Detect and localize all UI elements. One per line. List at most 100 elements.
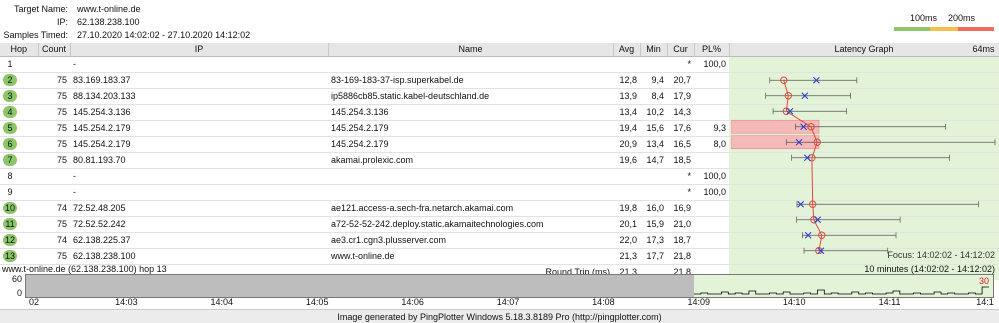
hop-number-badge: 5 — [3, 122, 17, 134]
table-header-row: Hop Count IP Name Avg Min Cur PL% Latenc… — [0, 43, 999, 57]
col-avg[interactable]: Avg — [613, 43, 641, 57]
count-cell: 75 — [38, 136, 70, 153]
col-pl[interactable]: PL% — [694, 43, 730, 57]
hop-number-badge: 1 — [7, 59, 13, 69]
count-cell: 75 — [38, 104, 70, 121]
timeline-title: www.t-online.de (62.138.238.100) hop 13 — [2, 264, 167, 274]
count-cell: 74 — [38, 200, 70, 217]
col-min[interactable]: Min — [640, 43, 668, 57]
latency-color-scale: 100ms 200ms — [894, 13, 994, 31]
col-latency-graph[interactable]: Latency Graph 64ms — [729, 43, 999, 57]
samples-label: Samples Timed: — [3, 30, 68, 40]
timeline-range: 10 minutes (14:02:02 - 14:12:02) — [864, 264, 995, 274]
scale-yellow — [930, 27, 958, 31]
count-cell: 75 — [38, 152, 70, 169]
avg-cell: 19,4 — [613, 120, 640, 137]
timeline-tick-label: 14:04 — [210, 297, 234, 307]
cur-cell: 21,0 — [667, 216, 694, 233]
pl-cell — [694, 216, 729, 233]
samples-value: 27.10.2020 14:02:02 - 27.10.2020 14:12:0… — [77, 30, 251, 40]
count-cell — [38, 168, 70, 185]
avg-cell: 13,9 — [613, 88, 640, 105]
average-latency-line — [783, 80, 823, 251]
pl-cell: 100,0 — [694, 168, 729, 185]
count-cell: 75 — [38, 72, 70, 89]
cur-cell: * — [667, 56, 694, 73]
name-cell: 83-169-183-37-isp.superkabel.de — [328, 72, 613, 89]
timeline-tick-label: 14:09 — [687, 297, 711, 307]
avg-cell: 20,1 — [613, 216, 640, 233]
avg-cell: 13,4 — [613, 104, 640, 121]
ip-cell: 62.138.225.37 — [70, 232, 328, 249]
hop-number-badge: 8 — [7, 171, 13, 181]
avg-cell: 21,3 — [613, 248, 640, 265]
min-cell: 17,7 — [640, 248, 667, 265]
name-cell: akamai.prolexic.com — [328, 152, 613, 169]
col-hop[interactable]: Hop — [0, 43, 39, 57]
target-name-value: www.t-online.de — [77, 4, 141, 14]
ip-cell: 62.138.238.100 — [70, 248, 328, 265]
timeline-graph[interactable]: 30 — [25, 274, 994, 298]
hop-cell: 4 — [0, 104, 38, 121]
pl-cell — [694, 88, 729, 105]
col-cur[interactable]: Cur — [667, 43, 695, 57]
name-cell: 145.254.3.136 — [328, 104, 613, 121]
timeline-svg: 30 — [694, 275, 993, 297]
timeline-tick-label: 14:11 — [878, 297, 901, 307]
timeline-tick-label: 14:03 — [115, 297, 138, 307]
timeline-tick-label: 14:08 — [592, 297, 615, 307]
col-name[interactable]: Name — [328, 43, 614, 57]
min-cell: 8,4 — [640, 88, 667, 105]
hop-cell: 7 — [0, 152, 38, 169]
cur-cell: 17,9 — [667, 88, 694, 105]
count-cell: 75 — [38, 120, 70, 137]
pl-cell: 8,0 — [694, 136, 729, 153]
count-cell: 75 — [38, 88, 70, 105]
ip-cell: - — [70, 56, 328, 73]
min-cell: 16,0 — [640, 200, 667, 217]
pl-cell: 100,0 — [694, 56, 729, 73]
cur-cell: 20,7 — [667, 72, 694, 89]
hop-cell: 6 — [0, 136, 38, 153]
hop-cell: 11 — [0, 216, 38, 233]
hop-cell: 2 — [0, 72, 38, 89]
cur-cell: 16,5 — [667, 136, 694, 153]
min-cell — [640, 168, 667, 185]
ip-cell: 145.254.2.179 — [70, 120, 328, 137]
cur-cell: * — [667, 184, 694, 201]
col-count[interactable]: Count — [38, 43, 71, 57]
min-cell: 17,3 — [640, 232, 667, 249]
hop-cell: 10 — [0, 200, 38, 217]
name-cell: ae121.access-a.sech-fra.netarch.akamai.c… — [328, 200, 613, 217]
timeline-tick-label: 14:1 — [976, 297, 994, 307]
hop-cell: 3 — [0, 88, 38, 105]
scale-bar — [894, 27, 994, 31]
name-cell: a72-52-52-242.deploy.static.akamaitechno… — [328, 216, 613, 233]
hop-cell: 12 — [0, 232, 38, 249]
ip-cell: 88.134.203.133 — [70, 88, 328, 105]
timeline-tick-label: 14:07 — [496, 297, 520, 307]
ip-cell: 145.254.2.179 — [70, 136, 328, 153]
avg-cell — [613, 56, 640, 73]
count-cell: 74 — [38, 232, 70, 249]
hop-number-badge: 2 — [3, 74, 17, 86]
min-cell: 14,7 — [640, 152, 667, 169]
col-ip[interactable]: IP — [70, 43, 329, 57]
hop-number-badge: 4 — [3, 106, 17, 118]
latency-graph-title: Latency Graph — [834, 44, 894, 54]
name-cell — [328, 168, 613, 185]
timeline-tick-label: 02 — [28, 297, 40, 307]
pl-cell — [694, 104, 729, 121]
timeline-y-top: 60 — [11, 274, 22, 284]
avg-cell: 19,6 — [613, 152, 640, 169]
hop-cell: 1 — [0, 56, 38, 73]
hop-number-badge: 10 — [3, 202, 17, 214]
scale-200-label: 200ms — [948, 13, 976, 23]
hop-cell: 8 — [0, 168, 38, 185]
pl-cell — [694, 72, 729, 89]
name-cell: ip5886cb85.static.kabel-deutschland.de — [328, 88, 613, 105]
latency-graph-max: 64ms — [972, 44, 995, 54]
target-name-row: Target Name: www.t-online.de — [0, 3, 300, 15]
avg-cell: 19,8 — [613, 200, 640, 217]
name-cell: 145.254.2.179 — [328, 136, 613, 153]
